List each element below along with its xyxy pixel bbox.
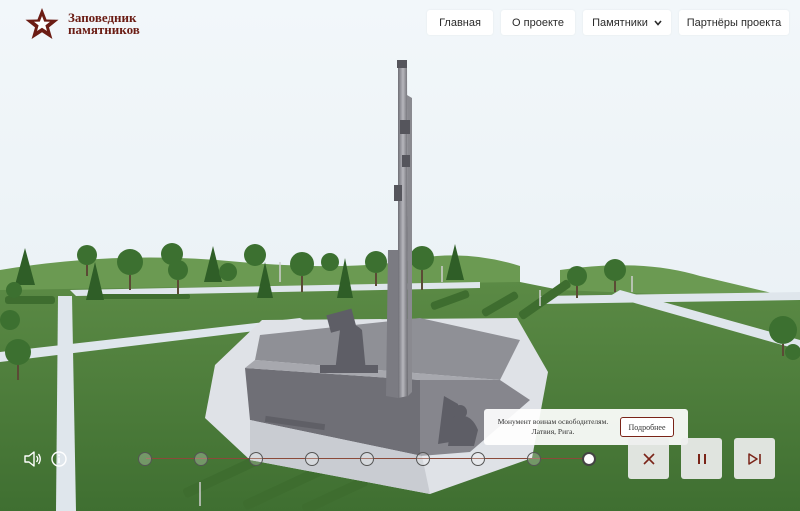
nav-partners-label: Партнёры проекта xyxy=(686,16,782,29)
nav-monuments-label: Памятники xyxy=(592,16,648,29)
brand-line-2: памятников xyxy=(68,22,140,37)
more-details-button[interactable]: Подробнее xyxy=(620,417,674,437)
timeline-stop-2[interactable] xyxy=(193,452,208,466)
nav-home-label: Главная xyxy=(439,16,481,29)
main-navigation: Главная О проекте Памятники Партнёры про… xyxy=(427,10,789,35)
timeline-stop-6[interactable] xyxy=(415,452,430,466)
nav-partners-button[interactable]: Партнёры проекта xyxy=(679,10,789,35)
close-tour-button[interactable] xyxy=(628,438,669,479)
nav-about-button[interactable]: О проекте xyxy=(501,10,575,35)
star-logo-icon xyxy=(25,8,59,39)
skip-next-icon xyxy=(747,452,761,465)
timeline-stop-7[interactable] xyxy=(471,452,485,466)
timeline-stop-1[interactable] xyxy=(138,452,152,466)
nav-home-button[interactable]: Главная xyxy=(427,10,493,35)
tour-timeline xyxy=(138,449,596,469)
timeline-stop-8[interactable] xyxy=(526,452,541,466)
timeline-stop-4[interactable] xyxy=(304,452,319,466)
pause-icon xyxy=(697,453,706,464)
timeline-stop-9[interactable] xyxy=(582,452,596,466)
chevron-down-icon xyxy=(654,19,662,26)
timeline-stop-5[interactable] xyxy=(360,452,374,466)
close-icon xyxy=(642,452,655,465)
brand-name: Заповедник памятников xyxy=(68,11,140,37)
site-logo[interactable]: Заповедник памятников xyxy=(24,6,140,42)
speaker-icon[interactable] xyxy=(24,451,42,467)
nav-about-label: О проекте xyxy=(512,16,564,29)
info-icon[interactable] xyxy=(51,451,67,467)
next-monument-button[interactable] xyxy=(734,438,775,479)
timeline-stop-3[interactable] xyxy=(249,452,263,466)
pause-button[interactable] xyxy=(681,438,722,479)
nav-monuments-dropdown[interactable]: Памятники xyxy=(583,10,671,35)
monument-name: Монумент воинам освободителям. xyxy=(497,417,609,426)
monument-location: Латвия, Рига. xyxy=(531,427,575,436)
monument-caption: Монумент воинам освободителям. Латвия, Р… xyxy=(494,417,612,437)
